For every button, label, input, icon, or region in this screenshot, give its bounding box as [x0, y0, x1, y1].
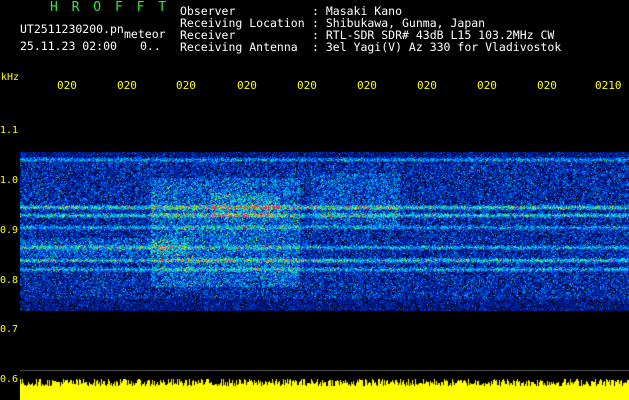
x-tick-label: 020	[117, 79, 137, 92]
x-tick-label: 020	[57, 79, 77, 92]
filename-label: UT2511230200.pn	[20, 22, 124, 36]
x-tick-label: 020	[417, 79, 437, 92]
x-tick-label: 020	[477, 79, 497, 92]
y-tick-label: 0.9	[0, 225, 19, 236]
y-tick-label: 0.8	[0, 275, 19, 286]
y-tick-label: 1.0	[0, 175, 19, 186]
antenna-value: : 3el Yagi(V) Az 330 for Vladivostok	[312, 40, 562, 54]
spectrogram-canvas	[20, 97, 629, 400]
x-tick-label: 020	[237, 79, 257, 92]
x-tick-label: 0210	[595, 79, 622, 92]
y-tick-label: 0.6	[0, 374, 19, 385]
antenna-label: Receiving Antenna	[180, 40, 298, 54]
datetime-label: 25.11.23 02:00	[20, 39, 117, 53]
meteor-count: 0..	[140, 39, 161, 53]
y-tick-label: 0.7	[0, 324, 19, 335]
y-axis-unit: kHz	[1, 72, 20, 83]
x-tick-label: 020	[537, 79, 557, 92]
spectrogram-panel	[20, 97, 629, 400]
x-tick-label: 020	[297, 79, 317, 92]
app-title: H R O F F T	[50, 0, 170, 15]
x-tick-label: 020	[357, 79, 377, 92]
y-tick-label: 1.1	[0, 125, 19, 136]
x-tick-label: 020	[176, 79, 196, 92]
